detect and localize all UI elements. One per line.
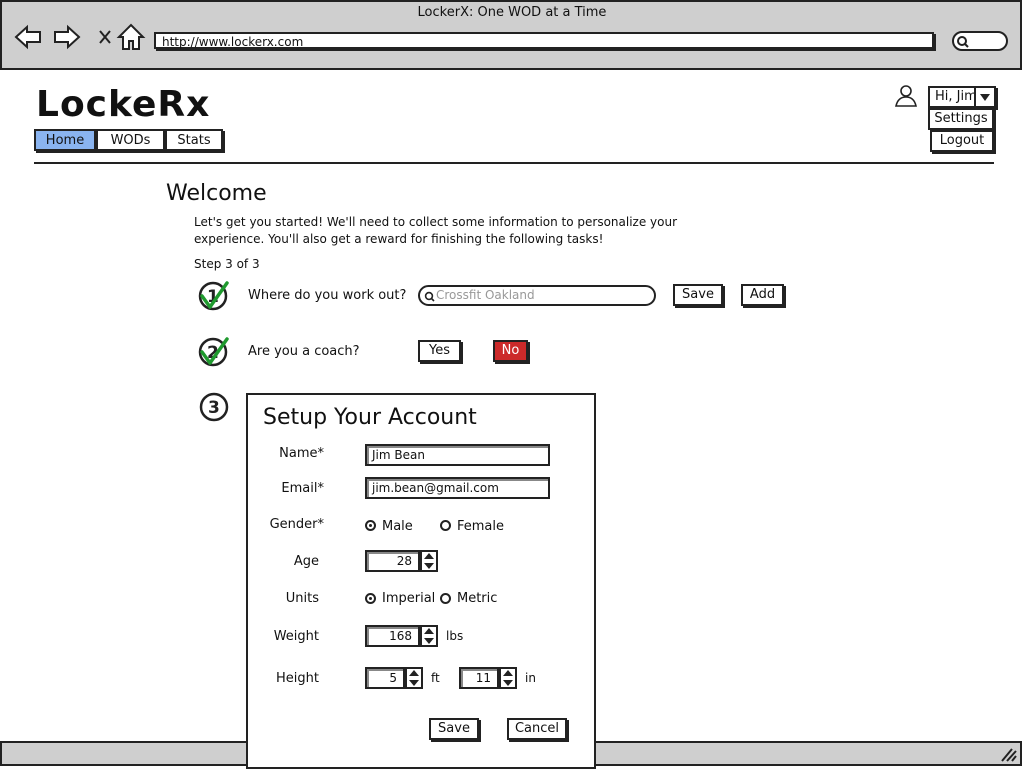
height-ft-unit: ft: [431, 671, 440, 685]
gender-male-label[interactable]: Male: [382, 519, 413, 534]
weight-label: Weight: [273, 629, 319, 644]
add-gym-button[interactable]: Add: [741, 284, 784, 306]
cancel-button[interactable]: Cancel: [507, 718, 567, 740]
weight-unit: lbs: [446, 629, 464, 643]
coach-no-button[interactable]: No: [493, 340, 528, 362]
intro-text: Let's get you started! We'll need to col…: [194, 214, 714, 248]
resize-grip-icon[interactable]: [1000, 746, 1018, 762]
age-label: Age: [293, 554, 319, 569]
stepper-arrows-icon[interactable]: [405, 667, 423, 689]
url-bar[interactable]: http://www.lockerx.com: [154, 32, 934, 49]
name-label: Name*: [279, 446, 324, 461]
coach-question: Are you a coach?: [248, 344, 360, 359]
weight-value[interactable]: 168: [365, 625, 420, 647]
window-title: LockerX: One WOD at a Time: [417, 5, 607, 20]
units-label: Units: [285, 591, 319, 606]
app-logo[interactable]: LockeRx: [36, 84, 210, 125]
coach-yes-button[interactable]: Yes: [418, 340, 461, 362]
height-in-stepper[interactable]: 11: [459, 667, 517, 689]
tab-wods[interactable]: WODs: [96, 129, 165, 151]
units-imperial-label[interactable]: Imperial: [382, 591, 435, 606]
email-label: Email*: [281, 481, 324, 496]
user-menu-dropdown[interactable]: Hi, Jim: [928, 86, 996, 108]
email-field[interactable]: jim.bean@gmail.com: [365, 477, 550, 499]
back-arrow-icon[interactable]: [13, 22, 43, 52]
gender-female-label[interactable]: Female: [457, 519, 504, 534]
settings-menu-item[interactable]: Settings: [928, 108, 994, 130]
account-panel-title: Setup Your Account: [263, 405, 477, 430]
height-label: Height: [276, 671, 319, 686]
step-progress-label: Step 3 of 3: [194, 257, 260, 271]
gym-search-placeholder: Crossfit Oakland: [436, 288, 535, 302]
browser-search-field[interactable]: [952, 31, 1008, 51]
gym-search-input[interactable]: Crossfit Oakland: [418, 285, 656, 306]
forward-arrow-icon[interactable]: [52, 22, 82, 52]
step-3-icon: 3: [197, 390, 231, 424]
units-metric-radio[interactable]: [440, 593, 451, 604]
gender-female-radio[interactable]: [440, 520, 451, 531]
units-imperial-radio[interactable]: [365, 593, 376, 604]
step-2-complete-icon: 2: [196, 335, 230, 369]
tab-home[interactable]: Home: [34, 129, 96, 151]
step-number: 3: [208, 398, 220, 418]
step-1-complete-icon: 1: [196, 279, 230, 313]
gender-male-radio[interactable]: [365, 520, 376, 531]
gender-label: Gender*: [269, 517, 324, 532]
height-in-value[interactable]: 11: [459, 667, 499, 689]
intro-line: experience. You'll also get a reward for…: [194, 232, 604, 246]
stepper-arrows-icon[interactable]: [499, 667, 517, 689]
page-title: Welcome: [166, 181, 267, 206]
stepper-arrows-icon[interactable]: [420, 625, 438, 647]
close-x-icon[interactable]: [90, 22, 112, 52]
tab-stats[interactable]: Stats: [165, 129, 223, 151]
height-ft-stepper[interactable]: 5: [365, 667, 423, 689]
save-gym-button[interactable]: Save: [673, 284, 723, 306]
workout-question: Where do you work out?: [248, 288, 407, 303]
user-icon: [895, 85, 917, 107]
units-metric-label[interactable]: Metric: [457, 591, 497, 606]
logout-menu-item[interactable]: Logout: [930, 130, 994, 152]
home-icon[interactable]: [116, 22, 146, 52]
header-divider: [34, 162, 994, 164]
height-ft-value[interactable]: 5: [365, 667, 405, 689]
user-greeting: Hi, Jim: [935, 89, 977, 104]
intro-line: Let's get you started! We'll need to col…: [194, 215, 678, 229]
stepper-arrows-icon[interactable]: [420, 550, 438, 572]
name-field[interactable]: Jim Bean: [365, 444, 550, 466]
age-value[interactable]: 28: [365, 550, 420, 572]
save-account-button[interactable]: Save: [429, 718, 479, 740]
search-icon: [424, 291, 435, 302]
age-stepper[interactable]: 28: [365, 550, 438, 572]
weight-stepper[interactable]: 168: [365, 625, 438, 647]
search-icon: [957, 36, 969, 48]
height-in-unit: in: [525, 671, 536, 685]
chevron-down-icon: [974, 88, 994, 106]
